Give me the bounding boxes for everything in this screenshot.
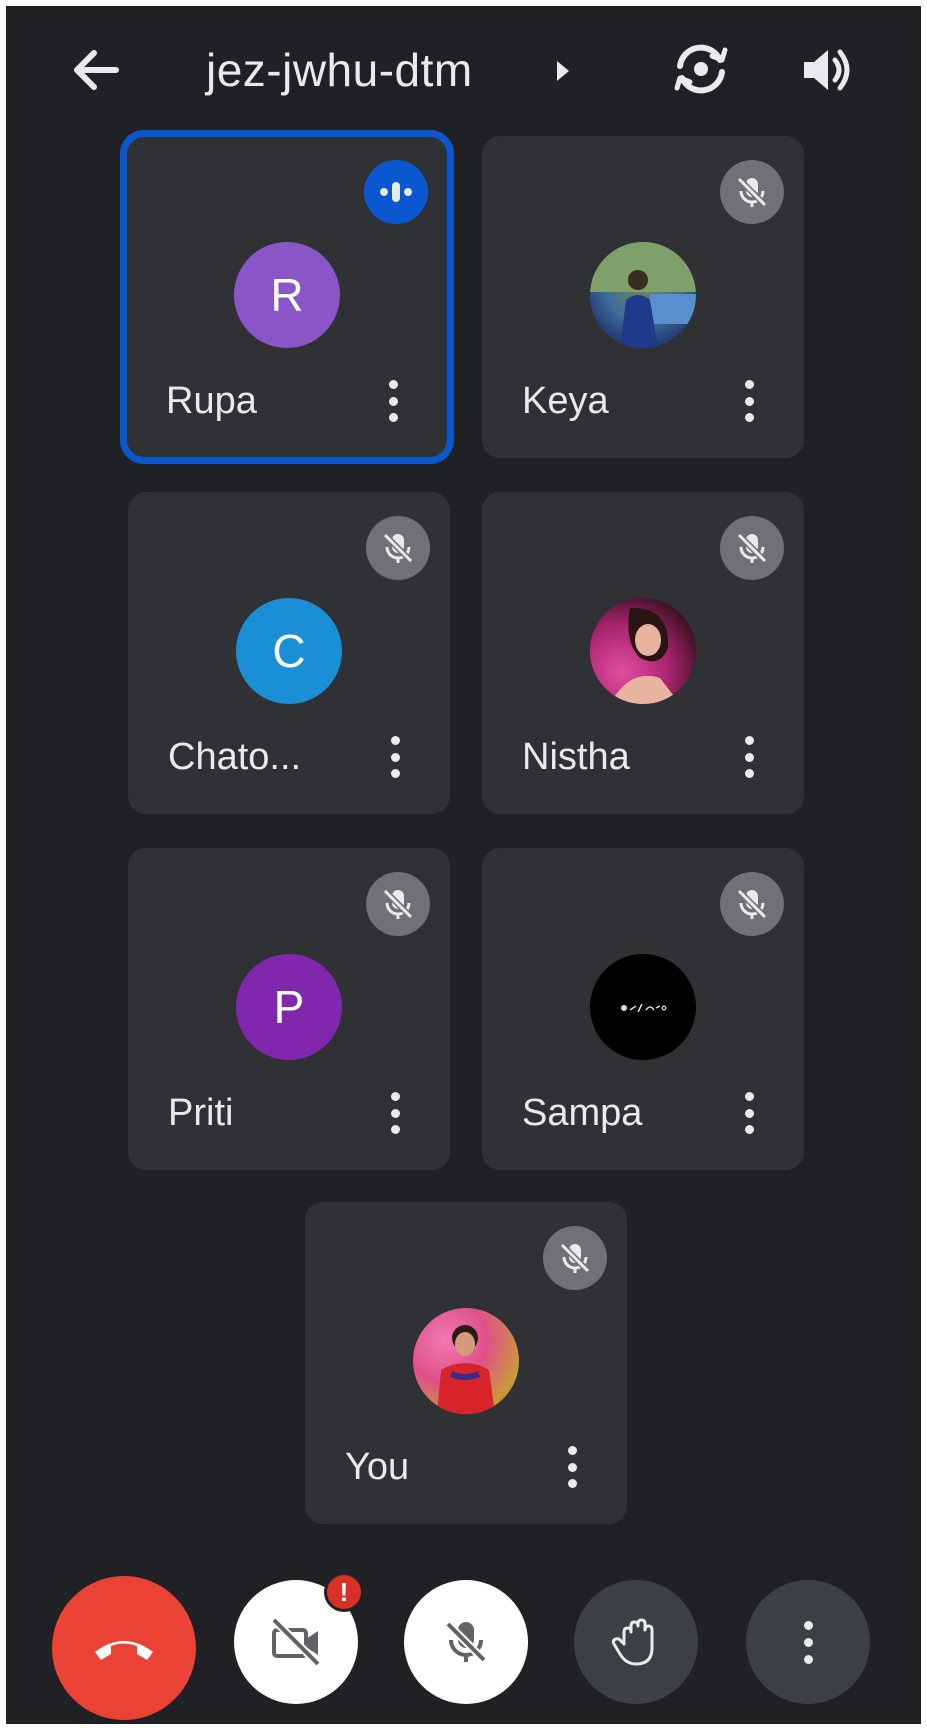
mic-off-icon xyxy=(382,532,414,564)
participant-tile[interactable]: Nistha xyxy=(482,492,804,814)
participant-tile[interactable]: Keya xyxy=(482,136,804,458)
participant-name: Priti xyxy=(168,1092,234,1134)
participant-more-button[interactable] xyxy=(734,374,764,428)
arrow-left-icon xyxy=(74,50,119,90)
muted-indicator xyxy=(720,160,784,224)
mic-off-icon xyxy=(382,888,414,920)
participant-tile[interactable]: R Rupa xyxy=(120,130,454,464)
mic-off-icon xyxy=(445,1621,487,1663)
triangle-right-icon xyxy=(557,61,569,81)
meet-call-screen: jez-jwhu-dtm R Rupa Keya C Chato... Nist… xyxy=(6,6,921,1724)
top-bar: jez-jwhu-dtm xyxy=(6,6,921,126)
mic-off-icon xyxy=(736,532,768,564)
avatar-photo xyxy=(590,242,696,348)
avatar-initial: C xyxy=(272,625,306,677)
more-options-button[interactable] xyxy=(746,1580,870,1704)
mic-off-icon xyxy=(736,888,768,920)
participant-more-button[interactable] xyxy=(734,1086,764,1140)
participant-more-button[interactable] xyxy=(557,1440,587,1494)
more-vertical-icon xyxy=(744,736,754,745)
participant-tile[interactable]: C Chato... xyxy=(128,492,450,814)
participant-tile[interactable]: P Priti xyxy=(128,848,450,1170)
muted-indicator xyxy=(366,872,430,936)
avatar-photo xyxy=(590,954,696,1060)
meeting-code[interactable]: jez-jwhu-dtm xyxy=(206,42,473,98)
more-vertical-icon xyxy=(744,380,754,389)
decorative-doodle-icon xyxy=(621,1003,667,1013)
participant-name: Keya xyxy=(522,380,609,422)
video-off-icon xyxy=(271,1617,321,1667)
meeting-info-button[interactable] xyxy=(552,58,574,84)
participant-name: Nistha xyxy=(522,736,630,778)
muted-indicator xyxy=(366,516,430,580)
phone-hangup-icon xyxy=(95,1641,153,1660)
camera-alert-badge: ! xyxy=(324,1572,364,1612)
avatar: P xyxy=(236,954,342,1060)
participant-name: You xyxy=(345,1446,410,1488)
avatar: C xyxy=(236,598,342,704)
call-controls: ! xyxy=(6,1556,921,1720)
more-vertical-icon xyxy=(388,380,398,389)
participant-tile[interactable]: Sampa xyxy=(482,848,804,1170)
microphone-toggle-button[interactable] xyxy=(404,1580,528,1704)
raise-hand-button[interactable] xyxy=(574,1580,698,1704)
more-vertical-icon xyxy=(744,1092,754,1101)
participant-name: Sampa xyxy=(522,1092,643,1134)
person-photo-icon xyxy=(590,242,696,348)
avatar-photo xyxy=(413,1308,519,1414)
more-vertical-icon xyxy=(390,1092,400,1101)
muted-indicator xyxy=(720,516,784,580)
more-vertical-icon xyxy=(803,1620,813,1664)
mic-off-icon xyxy=(559,1242,591,1274)
participant-more-button[interactable] xyxy=(380,730,410,784)
back-button[interactable] xyxy=(66,40,126,100)
person-photo-icon xyxy=(437,1325,495,1414)
participant-more-button[interactable] xyxy=(380,1086,410,1140)
mic-off-icon xyxy=(736,176,768,208)
self-tile[interactable]: You xyxy=(305,1202,627,1524)
avatar-initial: P xyxy=(273,981,305,1033)
hand-icon xyxy=(611,1618,654,1666)
person-photo-icon xyxy=(610,607,680,704)
avatar-photo xyxy=(590,598,696,704)
muted-indicator xyxy=(543,1226,607,1290)
audio-wave-icon xyxy=(380,182,412,202)
avatar-initial: R xyxy=(270,269,304,321)
more-vertical-icon xyxy=(567,1446,577,1455)
speaker-icon xyxy=(804,49,850,91)
end-call-button[interactable] xyxy=(52,1576,196,1720)
muted-indicator xyxy=(720,872,784,936)
participant-more-button[interactable] xyxy=(378,374,408,428)
audio-output-button[interactable] xyxy=(796,40,856,100)
participant-name: Rupa xyxy=(166,380,257,422)
speaking-indicator xyxy=(364,160,428,224)
switch-camera-button[interactable] xyxy=(668,36,734,102)
camera-flip-icon xyxy=(674,44,728,94)
participant-name: Chato... xyxy=(168,736,302,778)
avatar: R xyxy=(234,242,340,348)
participant-more-button[interactable] xyxy=(734,730,764,784)
more-vertical-icon xyxy=(390,736,400,745)
